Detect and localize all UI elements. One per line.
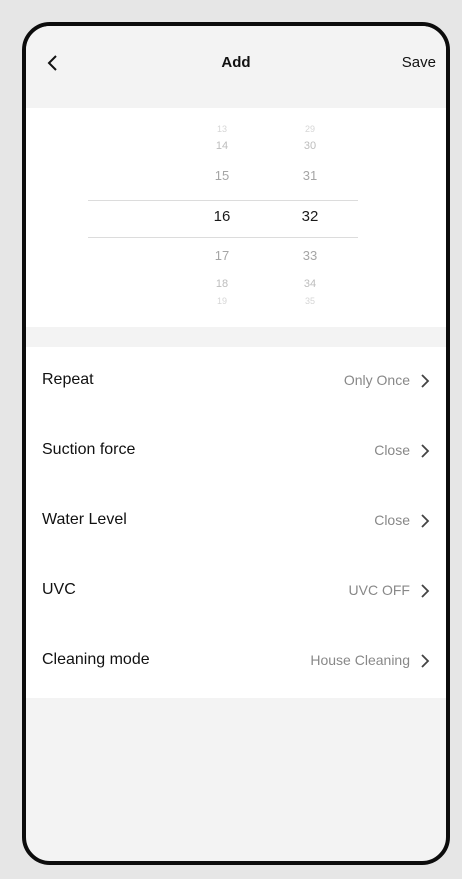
uvc-row[interactable]: UVC UVC OFF <box>26 557 446 627</box>
hour-option[interactable]: 15 <box>192 168 252 183</box>
chevron-right-icon <box>421 374 430 388</box>
hour-option[interactable]: 14 <box>192 140 252 152</box>
cleaning-mode-value: House Cleaning <box>310 652 410 668</box>
picker-row[interactable]: 17 33 <box>26 248 446 270</box>
selected-hour[interactable]: 16 <box>192 208 252 225</box>
minute-option[interactable]: 35 <box>280 296 340 306</box>
suction-force-row[interactable]: Suction force Close <box>26 417 446 487</box>
save-button[interactable]: Save <box>402 54 436 71</box>
cleaning-mode-label: Cleaning mode <box>42 651 150 668</box>
water-level-row[interactable]: Water Level Close <box>26 487 446 557</box>
chevron-right-icon <box>421 444 430 458</box>
settings-list: Repeat Only Once Suction force Close Wat… <box>26 347 446 698</box>
repeat-value: Only Once <box>343 372 410 388</box>
hour-option[interactable]: 18 <box>192 278 252 290</box>
minute-option[interactable]: 31 <box>280 168 340 183</box>
page-title: Add <box>221 54 251 71</box>
chevron-right-icon <box>421 654 430 668</box>
cleaning-mode-row[interactable]: Cleaning mode House Cleaning <box>26 627 446 697</box>
hour-option[interactable]: 19 <box>192 296 252 306</box>
picker-row-selected[interactable]: 16 32 <box>26 208 446 230</box>
uvc-value: UVC OFF <box>348 582 410 598</box>
suction-force-label: Suction force <box>42 441 136 458</box>
water-level-value: Close <box>374 512 410 528</box>
repeat-row[interactable]: Repeat Only Once <box>26 347 446 417</box>
uvc-label: UVC <box>42 581 76 598</box>
selection-line-bottom <box>88 237 358 238</box>
hour-option[interactable]: 17 <box>192 248 252 263</box>
minute-option[interactable]: 33 <box>280 248 340 263</box>
repeat-label: Repeat <box>42 371 94 388</box>
minute-option[interactable]: 34 <box>280 278 340 290</box>
header-bar: Add Save <box>26 26 446 106</box>
suction-force-value: Close <box>374 442 410 458</box>
minute-option[interactable]: 30 <box>280 140 340 152</box>
water-level-label: Water Level <box>42 511 127 528</box>
picker-row[interactable]: 15 31 <box>26 168 446 190</box>
picker-row[interactable]: 19 35 <box>26 296 446 318</box>
chevron-right-icon <box>421 584 430 598</box>
selection-line-top <box>88 200 358 201</box>
minute-option[interactable]: 29 <box>280 124 340 134</box>
hour-option[interactable]: 13 <box>192 124 252 134</box>
chevron-right-icon <box>421 514 430 528</box>
picker-row[interactable]: 14 30 <box>26 140 446 162</box>
time-picker[interactable]: 13 29 14 30 15 31 16 32 17 33 18 34 19 3… <box>26 108 446 327</box>
phone-frame: Add Save 13 29 14 30 15 31 16 32 17 33 1… <box>22 22 450 865</box>
selected-minute[interactable]: 32 <box>280 208 340 225</box>
